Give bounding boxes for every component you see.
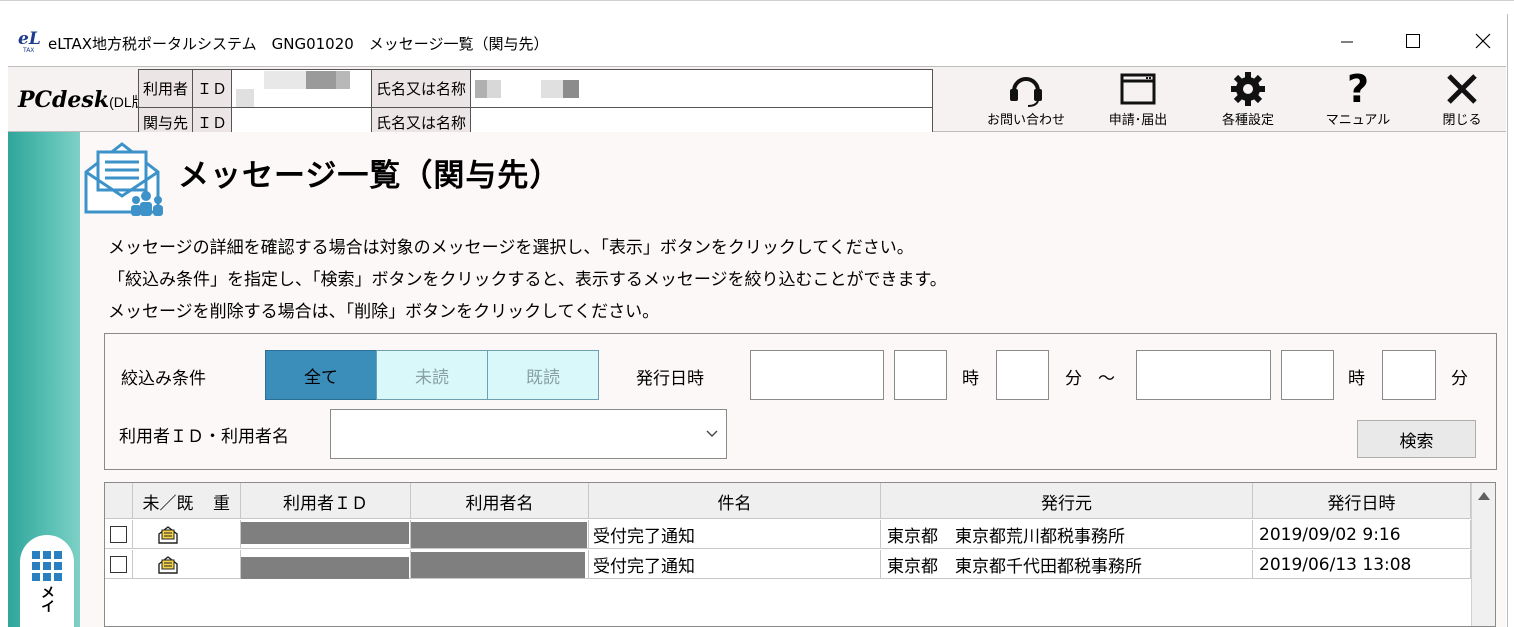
table-header: 未／既 重 利用者ＩＤ 利用者名 件名 発行元 発行日時 [105,483,1471,519]
maximize-icon [1406,34,1420,48]
col-issued-at: 発行日時 [1253,483,1471,519]
to-hour-input[interactable] [1281,350,1334,400]
col-importance: 重 [203,483,241,519]
minimize-icon [1341,41,1353,43]
filter-read-button[interactable]: 既読 [487,350,599,400]
from-date-input[interactable] [750,350,884,400]
read-status-cell [133,550,203,579]
grid-menu-icon [32,551,62,581]
row-checkbox[interactable] [110,526,127,543]
col-issuer: 発行元 [881,483,1253,519]
table-scrollbar[interactable] [1471,483,1495,626]
importance-cell [203,550,241,579]
instruction-line: 「絞込み条件」を指定し、「検索」ボタンをクリックすると、表示するメッセージを絞り… [108,270,947,290]
row-checkbox-cell [105,550,133,579]
headset-icon [1010,77,1042,107]
scroll-up-icon[interactable] [1477,491,1491,501]
row-checkbox[interactable] [110,556,127,573]
manual-button[interactable]: ? マニュアル [1308,67,1408,131]
minimize-button[interactable] [1324,24,1370,58]
message-table: 未／既 重 利用者ＩＤ 利用者名 件名 発行元 発行日時 受付完了通知 東京都 … [104,482,1496,627]
close-app-button[interactable]: 閉じる [1420,71,1504,131]
window-title: eLTAX地方税ポータルシステム GNG01020 メッセージ一覧（関与先） [48,35,549,53]
from-hour-input[interactable] [894,350,947,400]
page-title: メッセージ一覧（関与先） [178,158,562,194]
table-row[interactable]: 受付完了通知 東京都 東京都荒川都税事務所 2019/09/02 9:16 [105,520,1471,549]
user-id-cell [241,520,411,549]
issued-at-cell: 2019/09/02 9:16 [1253,520,1471,549]
col-read-status: 未／既 [142,493,194,514]
menu-button[interactable]: メイ [20,535,74,627]
col-user-name: 利用者名 [411,483,589,519]
user-id-cell [241,550,411,579]
user-name-cell [411,550,589,579]
header-bar: PCdesk(DL版) 利用者 ＩＤ 氏名又は名称 関与先 ＩＤ 氏名又は名称 [8,66,1506,137]
importance-cell [203,520,241,549]
filter-all-button[interactable]: 全て [265,350,377,400]
filter-unread-button[interactable]: 未読 [376,350,488,400]
issuer-cell: 東京都 東京都荒川都税事務所 [881,520,1253,549]
user-select[interactable] [330,409,727,459]
hour-unit-label: 時 [962,369,979,389]
user-id-label: ＩＤ [192,69,233,108]
close-window-icon [1475,33,1491,49]
svg-text:TAX: TAX [22,47,34,54]
col-user-id: 利用者ＩＤ [241,483,411,519]
user-name-cell [411,520,589,549]
hour-unit-label: 時 [1348,369,1365,389]
search-button[interactable]: 検索 [1357,420,1476,458]
user-info-table: 利用者 ＩＤ 氏名又は名称 関与先 ＩＤ 氏名又は名称 [137,69,934,137]
window-icon [1120,73,1156,105]
filter-label: 絞込み条件 [121,369,206,389]
menu-label: メイ [39,585,55,613]
contact-button[interactable]: お問い合わせ [976,71,1076,131]
instruction-line: メッセージの詳細を確認する場合は対象のメッセージを選択し、「表示」ボタンをクリッ… [108,238,914,258]
subject-cell: 受付完了通知 [589,550,881,579]
col-subject: 件名 [589,483,881,519]
table-row[interactable]: 受付完了通知 東京都 東京都千代田都税事務所 2019/06/13 13:08 [105,550,1471,579]
settings-button[interactable]: 各種設定 [1198,71,1298,131]
maximize-button[interactable] [1390,24,1436,58]
unread-message-icon [158,555,178,574]
range-separator: ～ [1098,369,1115,389]
user-name-value [470,69,934,108]
issued-at-cell: 2019/06/13 13:08 [1253,550,1471,579]
pcdesk-logo: PCdesk(DL版) [18,87,151,113]
row-checkbox-cell [105,520,133,549]
unread-message-icon [158,525,178,544]
subject-cell: 受付完了通知 [589,520,881,549]
close-icon [1447,74,1477,104]
gear-icon [1231,72,1265,106]
header-select-col [105,483,133,519]
issue-date-label: 発行日時 [636,369,704,389]
to-date-input[interactable] [1136,350,1271,400]
application-button[interactable]: 申請･届出 [1088,71,1188,131]
user-filter-label: 利用者ＩＤ・利用者名 [119,427,289,447]
question-icon: ? [1346,67,1370,111]
message-envelope-icon [84,142,163,216]
minute-unit-label: 分 [1065,369,1082,389]
user-label: 利用者 [137,69,194,108]
instruction-line: メッセージを削除する場合は、「削除」ボタンをクリックしてください。 [108,302,660,322]
to-minute-input[interactable] [1382,350,1436,400]
user-id-value [231,69,373,108]
minute-unit-label: 分 [1451,369,1468,389]
read-status-cell [133,520,203,549]
title-bar: eL TAX eLTAX地方税ポータルシステム GNG01020 メッセージ一覧… [0,0,1514,64]
chevron-down-icon [706,430,718,437]
svg-text:eL: eL [18,29,41,49]
user-name-label: 氏名又は名称 [371,69,472,108]
window-edge [1507,14,1508,627]
from-minute-input[interactable] [996,350,1049,400]
issuer-cell: 東京都 東京都千代田都税事務所 [881,550,1253,579]
close-window-button[interactable] [1460,24,1506,58]
eltax-logo-icon: eL TAX [18,29,41,54]
